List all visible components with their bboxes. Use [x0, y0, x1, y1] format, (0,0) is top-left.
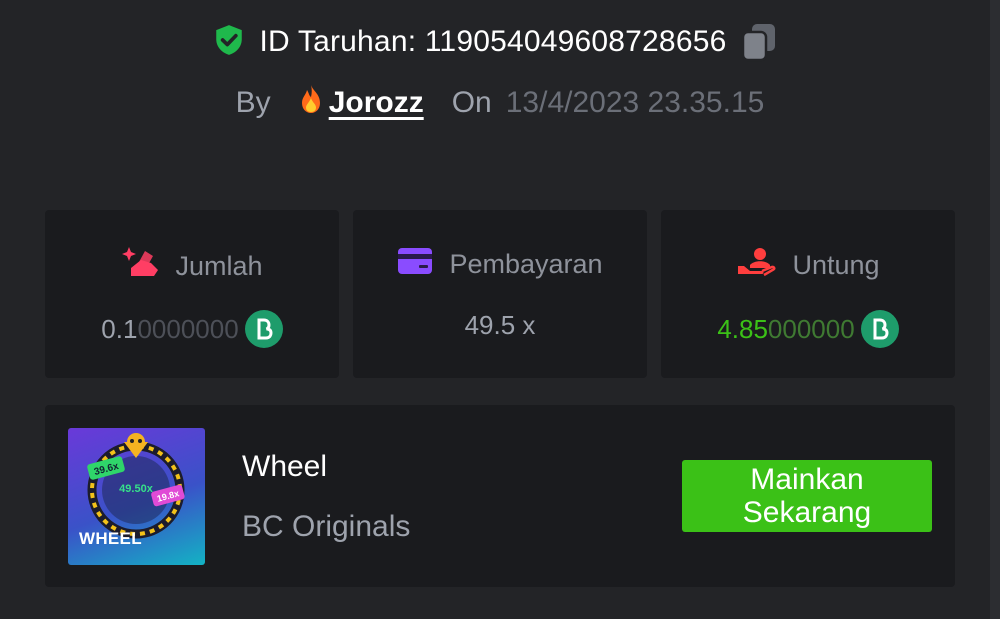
card-icon	[397, 246, 433, 283]
profit-value-trailing: 000000	[767, 313, 855, 344]
game-name[interactable]: Wheel	[242, 450, 327, 484]
stat-label-payout: Pembayaran	[449, 249, 603, 279]
game-thumbnail[interactable]: 39.6x 49.50x 19.8x WHEEL	[68, 428, 205, 565]
bc-coin-icon	[860, 310, 899, 348]
bet-meta-row: By Jorozz On 13/4/2023 23.35.15	[0, 84, 1000, 122]
stat-label-profit: Untung	[792, 250, 880, 280]
amount-icon	[121, 246, 159, 287]
username: Jorozz	[328, 86, 424, 119]
on-label: On	[451, 86, 492, 119]
copy-icon[interactable]	[740, 22, 778, 62]
profit-hand-icon	[736, 246, 776, 285]
stat-card-payout: Pembayaran 49.5 x	[353, 210, 647, 378]
bet-stats: Jumlah 0.10000000 Pembayaran 49.5 x Untu…	[45, 210, 955, 378]
stat-card-profit: Untung 4.85000000	[661, 210, 955, 378]
verified-shield-icon	[212, 23, 246, 62]
play-now-button[interactable]: Mainkan Sekarang	[682, 460, 932, 532]
bet-id-row: ID Taruhan: 1190540496087286​56	[0, 22, 990, 62]
thumb-caption: WHEEL	[79, 529, 142, 548]
bc-coin-icon	[244, 310, 283, 348]
payout-value: 49.5 x	[464, 310, 536, 340]
game-card: 39.6x 49.50x 19.8x WHEEL Wheel BC Origin…	[45, 405, 955, 587]
stat-label-amount: Jumlah	[175, 251, 263, 281]
thumb-badge-2: 49.50x	[119, 483, 154, 495]
bet-header: ID Taruhan: 1190540496087286​56 By Joroz…	[0, 0, 990, 200]
user-link[interactable]: Jorozz	[299, 84, 424, 122]
bet-date: 13/4/2023 23.35.15	[505, 86, 765, 119]
profit-value-main: 4.85	[717, 313, 768, 344]
stat-card-amount: Jumlah 0.10000000	[45, 210, 339, 378]
amount-value-trailing: 0000000	[137, 313, 239, 344]
by-label: By	[235, 86, 271, 119]
amount-value-main: 0.1	[101, 313, 138, 344]
fire-icon	[299, 84, 323, 122]
game-provider: BC Originals	[242, 510, 411, 543]
bet-id: ID Taruhan: 1190540496087286​56	[259, 25, 727, 58]
